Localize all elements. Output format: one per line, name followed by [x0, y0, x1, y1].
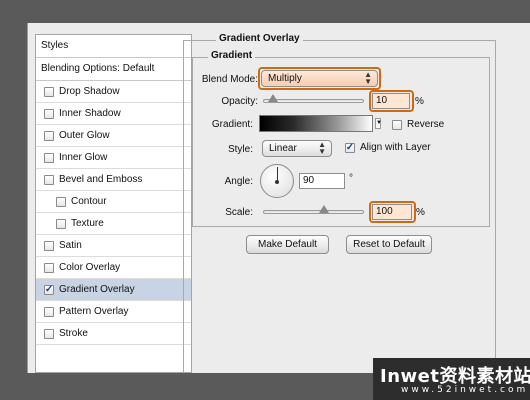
select-arrows-icon: ▲ ▼ — [364, 70, 372, 86]
blend-mode-value: Multiply — [268, 73, 302, 84]
blend-mode-select[interactable]: Multiply ▲ ▼ — [261, 70, 378, 87]
angle-dial[interactable] — [260, 164, 294, 198]
panel-title: Gradient Overlay — [216, 33, 303, 44]
style-item-inner-glow[interactable]: Inner Glow — [36, 147, 191, 169]
scale-input[interactable]: 100 — [372, 204, 412, 220]
blend-mode-label: Blend Mode: — [201, 74, 258, 85]
style-item-label: Drop Shadow — [59, 85, 120, 97]
style-item-checkbox[interactable]: ✓ — [44, 284, 54, 295]
style-item-drop-shadow[interactable]: Drop Shadow — [36, 81, 191, 103]
reverse-label: Reverse — [407, 119, 445, 130]
style-item-pattern-overlay[interactable]: Pattern Overlay — [36, 301, 191, 323]
gradient-swatch[interactable] — [259, 115, 373, 132]
opacity-slider-thumb[interactable] — [268, 94, 279, 102]
style-item-checkbox[interactable] — [44, 152, 54, 163]
align-layer-row[interactable]: ✓ Align with Layer — [345, 142, 431, 153]
style-item-label: Bevel and Emboss — [59, 173, 143, 185]
style-item-checkbox[interactable] — [44, 262, 54, 273]
style-item-checkbox[interactable] — [44, 130, 54, 141]
gradient-label: Gradient: — [211, 119, 253, 130]
style-value: Linear — [269, 143, 297, 154]
style-item-label: Inner Shadow — [59, 107, 121, 119]
style-item-checkbox[interactable] — [44, 240, 54, 251]
gradient-group-title: Gradient — [208, 50, 256, 61]
styles-header[interactable]: Styles — [36, 35, 191, 58]
style-item-label: Texture — [71, 217, 104, 229]
scale-slider-thumb[interactable] — [318, 205, 329, 213]
style-item-texture[interactable]: Texture — [36, 213, 191, 235]
select-arrows-icon: ▲ ▼ — [318, 140, 326, 156]
style-item-checkbox[interactable] — [56, 196, 66, 207]
angle-label: Angle: — [224, 176, 253, 187]
make-default-button[interactable]: Make Default — [246, 235, 329, 254]
style-item-checkbox[interactable] — [44, 306, 54, 317]
style-item-label: Gradient Overlay — [59, 283, 135, 295]
reverse-checkbox-row[interactable]: Reverse — [392, 119, 444, 130]
style-item-inner-shadow[interactable]: Inner Shadow — [36, 103, 191, 125]
style-item-label: Pattern Overlay — [59, 305, 129, 317]
angle-input[interactable]: 90 — [299, 173, 345, 189]
style-item-color-overlay[interactable]: Color Overlay — [36, 257, 191, 279]
style-item-satin[interactable]: Satin — [36, 235, 191, 257]
opacity-slider[interactable] — [263, 99, 364, 103]
style-item-contour[interactable]: Contour — [36, 191, 191, 213]
scale-label: Scale: — [225, 207, 253, 218]
layer-style-dialog: Styles Blending Options: Default Drop Sh… — [27, 23, 530, 373]
style-item-label: Outer Glow — [59, 129, 110, 141]
blending-options-item[interactable]: Blending Options: Default — [36, 58, 191, 81]
style-item-checkbox[interactable] — [44, 86, 54, 97]
gradient-dropdown-icon[interactable]: ▼ — [375, 118, 382, 129]
style-item-label: Stroke — [59, 327, 88, 339]
style-item-checkbox[interactable] — [56, 218, 66, 229]
style-item-label: Contour — [71, 195, 107, 207]
opacity-label: Opacity: — [221, 96, 258, 107]
watermark-url: www.52inwet.com — [401, 385, 529, 395]
style-select[interactable]: Linear ▲ ▼ — [262, 140, 332, 157]
opacity-input[interactable]: 10 — [372, 93, 410, 109]
style-item-checkbox[interactable] — [44, 328, 54, 339]
style-item-bevel-and-emboss[interactable]: Bevel and Emboss — [36, 169, 191, 191]
align-layer-label: Align with Layer — [360, 142, 431, 153]
angle-center — [275, 180, 279, 184]
scale-slider[interactable] — [263, 210, 364, 214]
angle-unit: ° — [349, 173, 353, 184]
style-item-label: Color Overlay — [59, 261, 121, 273]
align-layer-checkbox[interactable]: ✓ — [345, 142, 355, 153]
style-item-outer-glow[interactable]: Outer Glow — [36, 125, 191, 147]
style-item-label: Satin — [59, 239, 82, 251]
style-label: Style: — [227, 144, 253, 155]
style-item-checkbox[interactable] — [44, 174, 54, 185]
style-item-stroke[interactable]: Stroke — [36, 323, 191, 345]
opacity-unit: % — [415, 96, 424, 107]
scale-unit: % — [416, 207, 425, 218]
reverse-checkbox[interactable] — [392, 119, 402, 130]
watermark-logo: Inwet资料素材站 www.52inwet.com — [373, 358, 530, 400]
style-item-label: Inner Glow — [59, 151, 108, 163]
reset-to-default-button[interactable]: Reset to Default — [346, 235, 432, 254]
styles-list: Styles Blending Options: Default Drop Sh… — [35, 34, 192, 373]
style-item-checkbox[interactable] — [44, 108, 54, 119]
style-item-gradient-overlay[interactable]: ✓ Gradient Overlay — [36, 279, 191, 301]
